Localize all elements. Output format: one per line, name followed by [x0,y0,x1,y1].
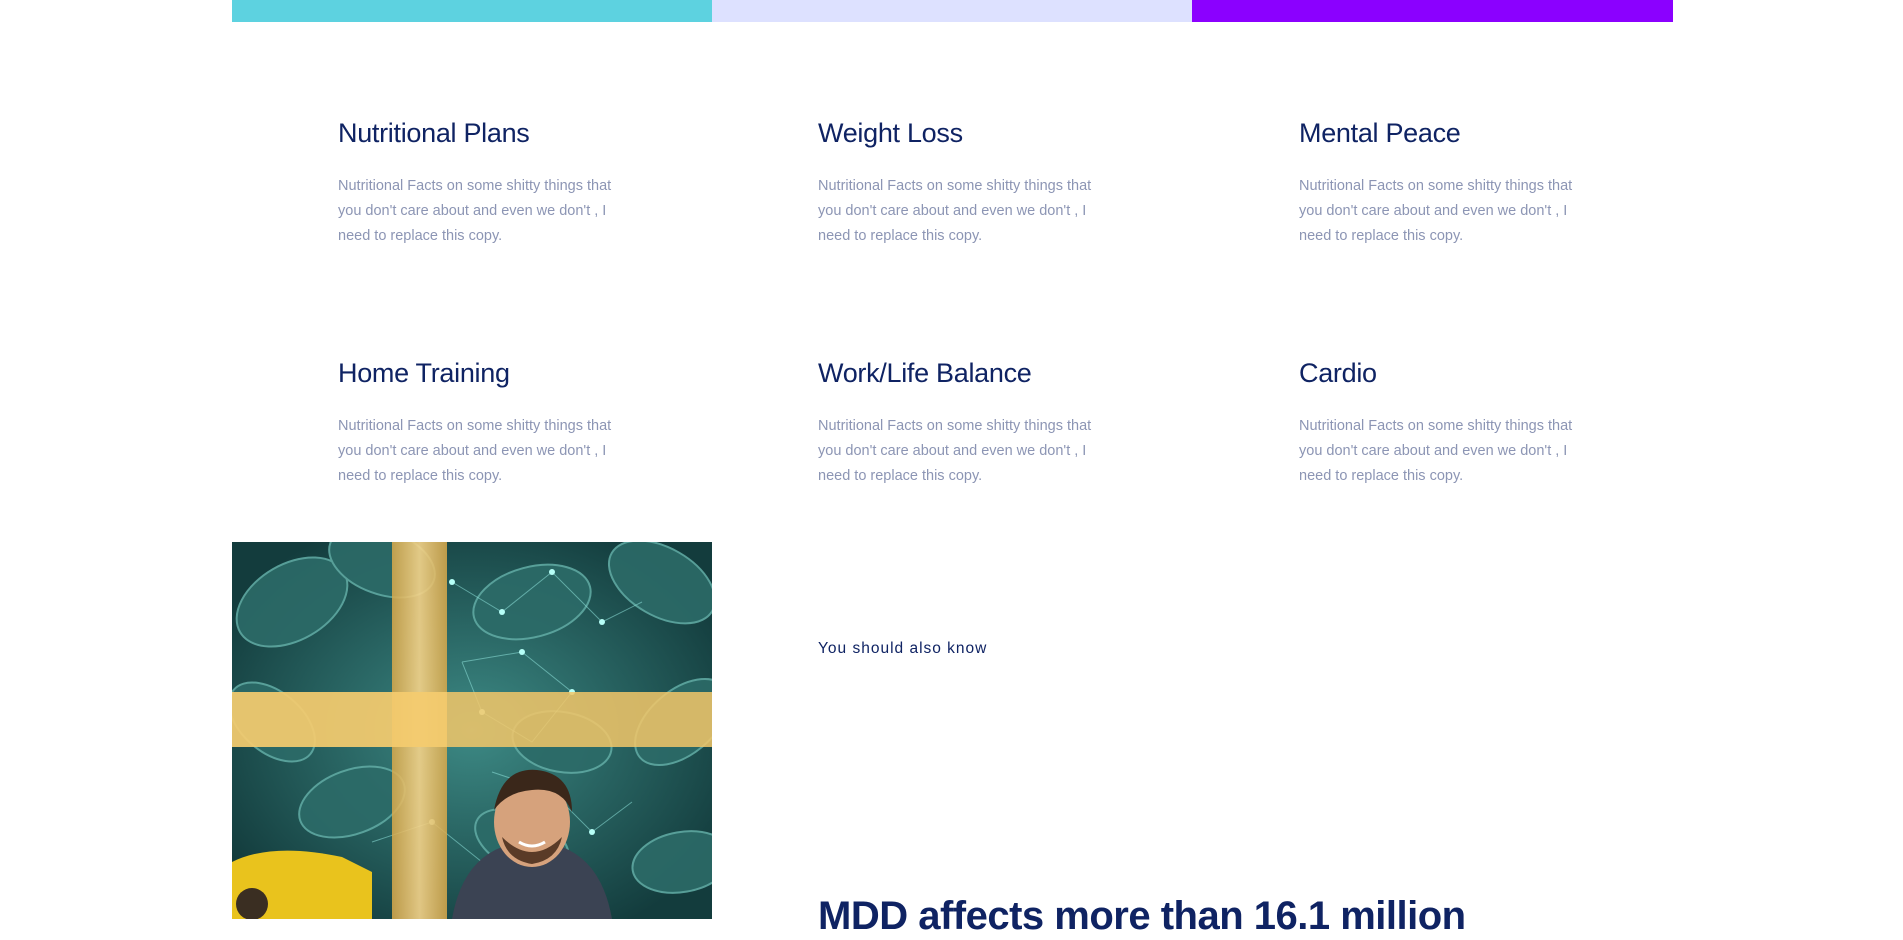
feature-description: Nutritional Facts on some shitty things … [1299,178,1573,244]
photo-illustration [232,542,712,919]
feature-description: Nutritional Facts on some shitty things … [1299,418,1573,484]
feature-weight-loss: Weight Loss Nutritional Facts on some sh… [818,116,1108,249]
hero-photo [232,542,712,919]
feature-description: Nutritional Facts on some shitty things … [818,178,1092,244]
feature-work-life-balance: Work/Life Balance Nutritional Facts on s… [818,356,1108,489]
feature-home-training: Home Training Nutritional Facts on some … [338,356,628,489]
feature-title: Home Training [338,358,510,388]
feature-title: Work/Life Balance [818,358,1032,388]
color-bar-cyan [232,0,712,22]
feature-title: Cardio [1299,358,1377,388]
color-bar-lavender [712,0,1192,22]
feature-description: Nutritional Facts on some shitty things … [338,418,612,484]
feature-cardio: Cardio Nutritional Facts on some shitty … [1299,356,1589,489]
section-headline: MDD affects more than 16.1 million [818,894,1466,938]
section-eyebrow: You should also know [818,640,988,657]
feature-mental-peace: Mental Peace Nutritional Facts on some s… [1299,116,1589,249]
feature-description: Nutritional Facts on some shitty things … [338,178,612,244]
color-bar-purple [1192,0,1673,22]
feature-title: Mental Peace [1299,118,1461,148]
feature-nutritional-plans: Nutritional Plans Nutritional Facts on s… [338,116,628,249]
feature-title: Nutritional Plans [338,118,530,148]
feature-title: Weight Loss [818,118,963,148]
feature-description: Nutritional Facts on some shitty things … [818,418,1092,484]
